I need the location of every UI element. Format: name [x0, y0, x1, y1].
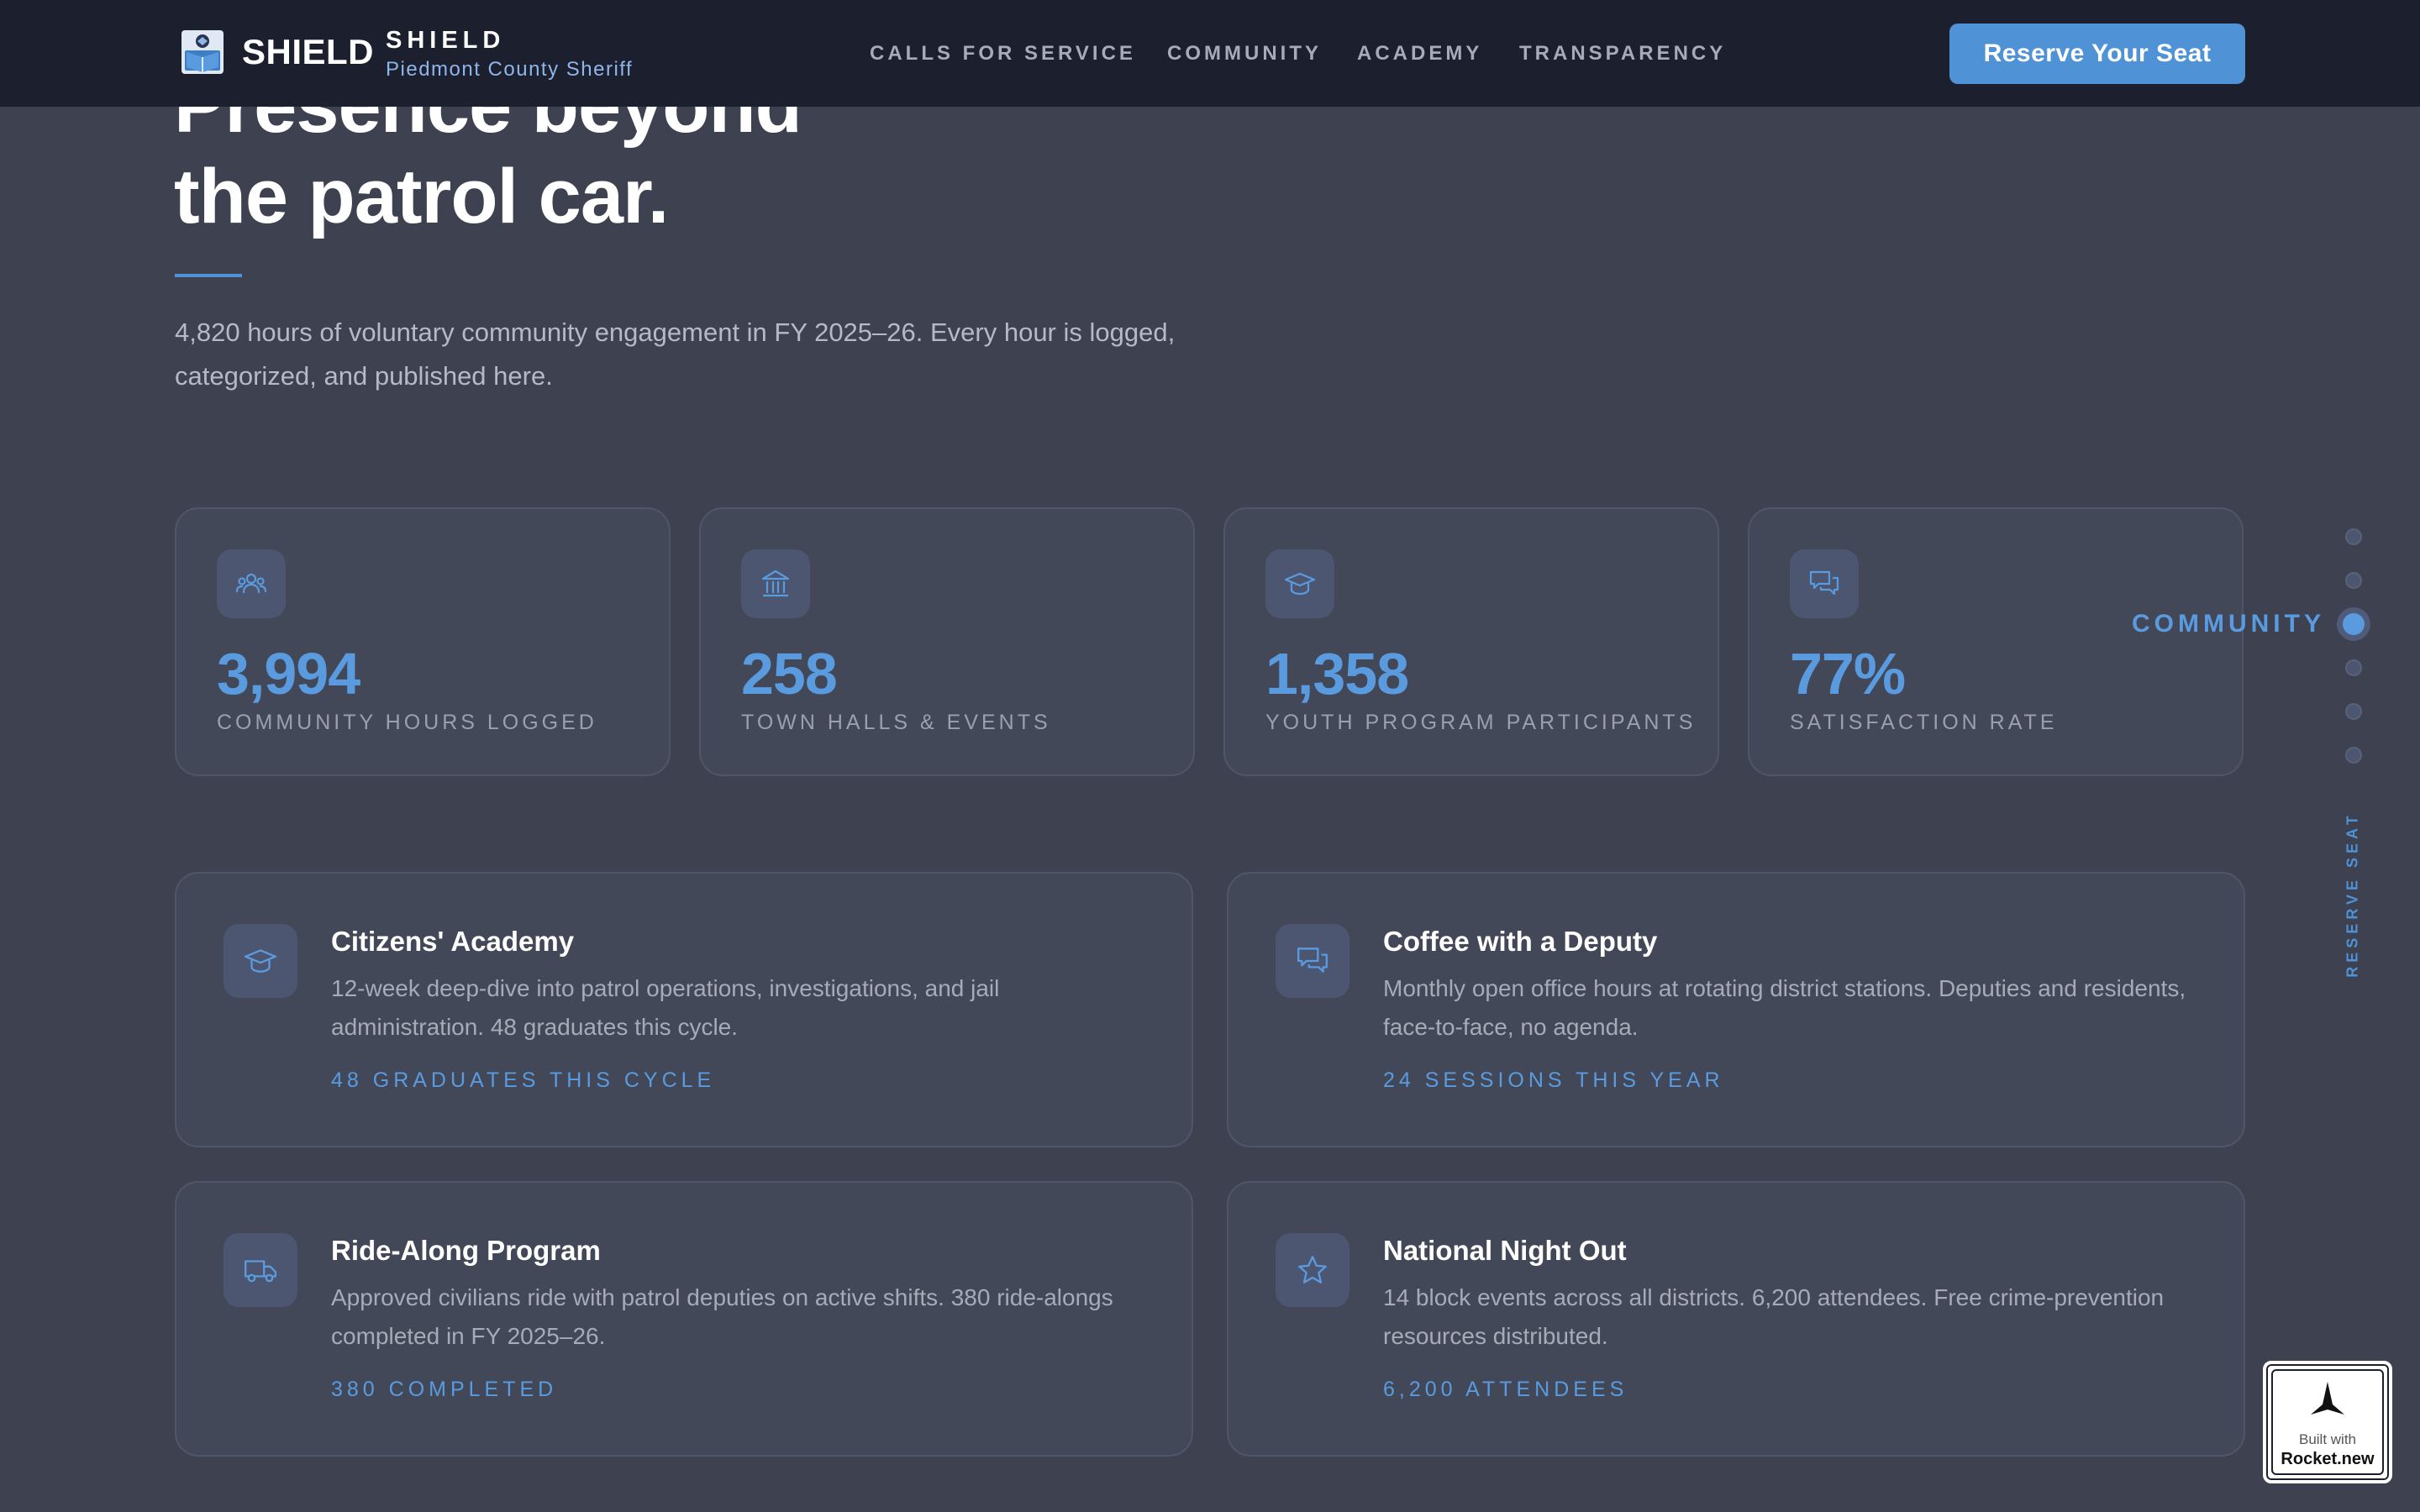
badge-brand: Rocket.new — [2281, 1450, 2375, 1468]
stat-label: SATISFACTION RATE — [1790, 711, 2058, 734]
shield-book-icon[interactable] — [178, 27, 227, 77]
stat-card-youth-program: 1,358 YOUTH PROGRAM PARTICIPANTS — [1223, 507, 1719, 776]
brand-wordmark[interactable]: SHIELD — [242, 32, 374, 72]
program-description: Monthly open office hours at rotating di… — [1383, 975, 2186, 1040]
chat-icon — [1276, 924, 1349, 998]
stat-value: 77% — [1790, 641, 1906, 706]
program-description: 12-week deep-dive into patrol operations… — [331, 975, 1000, 1040]
section-dot[interactable] — [2345, 528, 2362, 545]
stat-card-satisfaction: 77% SATISFACTION RATE — [1748, 507, 2244, 776]
program-title: National Night Out — [1383, 1235, 1627, 1266]
program-card-coffee-with-deputy[interactable]: Coffee with a Deputy Monthly open office… — [1227, 872, 2245, 1147]
stat-label: TOWN HALLS & EVENTS — [741, 711, 1051, 734]
badge-caption: Built with — [2298, 1431, 2357, 1447]
program-description: Approved civilians ride with patrol depu… — [331, 1284, 1113, 1349]
program-card-national-night-out[interactable]: National Night Out 14 block events acros… — [1227, 1181, 2245, 1457]
built-with-badge[interactable]: Built with Rocket.new — [2263, 1361, 2392, 1483]
section-dot[interactable] — [2345, 747, 2362, 764]
star-icon — [1276, 1233, 1349, 1307]
active-section-label: COMMUNITY — [2132, 610, 2325, 638]
program-card-ride-along[interactable]: Ride-Along Program Approved civilians ri… — [175, 1181, 1193, 1457]
program-title: Coffee with a Deputy — [1383, 926, 1658, 957]
program-meta: 48 GRADUATES THIS CYCLE — [331, 1068, 716, 1092]
program-meta: 6,200 ATTENDEES — [1383, 1378, 1628, 1401]
building-icon — [741, 549, 810, 618]
program-title: Ride-Along Program — [331, 1235, 601, 1266]
section-dot[interactable] — [2345, 572, 2362, 589]
nav-academy[interactable]: ACADEMY — [1357, 42, 1482, 66]
program-meta: 380 COMPLETED — [331, 1378, 558, 1401]
stat-value: 3,994 — [217, 641, 360, 706]
nav-community[interactable]: COMMUNITY — [1167, 42, 1322, 66]
program-description: 14 block events across all districts. 6,… — [1383, 1284, 2165, 1349]
stat-value: 258 — [741, 641, 838, 706]
graduation-cap-icon — [1265, 549, 1334, 618]
reserve-seat-side-label: RESERVE SEAT — [2344, 811, 2361, 978]
program-meta: 24 SESSIONS THIS YEAR — [1383, 1068, 1724, 1092]
people-icon — [217, 549, 286, 618]
program-card-citizens-academy[interactable]: Citizens' Academy 12-week deep-dive into… — [175, 872, 1193, 1147]
site-header: SHIELD SHIELD Piedmont County Sheriff CA… — [0, 0, 2420, 107]
stat-value: 1,358 — [1265, 641, 1409, 706]
nav-calls-for-service[interactable]: CALLS FOR SERVICE — [870, 42, 1136, 66]
section-dot-active[interactable] — [2337, 607, 2370, 641]
stat-card-town-halls: 258 TOWN HALLS & EVENTS — [699, 507, 1195, 776]
graduation-cap-icon — [224, 924, 297, 998]
hero-heading-line2: the patrol car. — [174, 154, 669, 239]
stat-label: YOUTH PROGRAM PARTICIPANTS — [1265, 711, 1697, 734]
truck-icon — [224, 1233, 297, 1307]
reserve-seat-button[interactable]: Reserve Your Seat — [1949, 24, 2245, 84]
nav-transparency[interactable]: TRANSPARENCY — [1519, 42, 1726, 66]
reserve-seat-side-link[interactable]: RESERVE SEAT — [2336, 811, 2370, 977]
stat-label: COMMUNITY HOURS LOGGED — [217, 711, 597, 734]
program-title: Citizens' Academy — [331, 926, 575, 957]
brand-title[interactable]: SHIELD — [386, 27, 505, 55]
rocket-icon — [2307, 1379, 2349, 1425]
stat-card-community-hours: 3,994 COMMUNITY HOURS LOGGED — [175, 507, 671, 776]
section-dot[interactable] — [2345, 703, 2362, 720]
hero-divider — [175, 274, 242, 277]
brand-subtitle: Piedmont County Sheriff — [386, 58, 634, 81]
hero-description: 4,820 hours of voluntary community engag… — [175, 318, 1176, 391]
chat-icon — [1790, 549, 1859, 618]
section-dot[interactable] — [2345, 659, 2362, 676]
